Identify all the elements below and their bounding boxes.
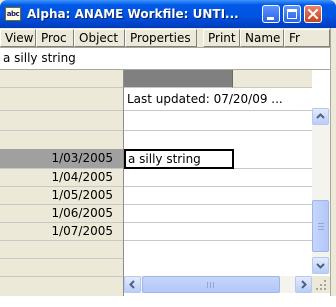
toolbar: View Proc Object Properties Print Name F… <box>0 28 336 48</box>
row-header-blank <box>0 111 123 131</box>
row-header[interactable]: 1/05/2005 <box>0 187 123 205</box>
minimize-icon <box>267 17 274 20</box>
scroll-up-button[interactable] <box>312 108 329 125</box>
grip-line <box>318 226 324 227</box>
row-header-note <box>0 88 123 111</box>
horizontal-scrollbar[interactable] <box>124 276 312 293</box>
table-cell[interactable] <box>124 187 312 205</box>
maximize-button[interactable] <box>283 5 301 23</box>
size-grip-icon <box>316 280 326 290</box>
table-cell[interactable] <box>124 169 312 187</box>
corner-cell[interactable] <box>0 70 123 88</box>
object-button[interactable]: Object <box>74 29 125 47</box>
maximize-icon <box>287 9 297 19</box>
spreadsheet-grid: Last updated: 07/20/09 ... 1/03/2005 1/0… <box>0 70 336 296</box>
horizontal-scroll-thumb[interactable] <box>142 276 280 293</box>
last-updated-note: Last updated: 07/20/09 ... <box>124 88 312 111</box>
window-bottom-margin <box>0 296 336 307</box>
alpha-window: abc Alpha: ANAME Workfile: UNTI... View … <box>0 0 336 307</box>
grip-line <box>213 282 214 288</box>
size-grip[interactable] <box>312 276 330 293</box>
scroll-up-icon <box>316 113 325 119</box>
vertical-scrollbar[interactable] <box>312 108 330 274</box>
scroll-right-icon <box>301 280 307 289</box>
scroll-left-icon <box>129 280 135 289</box>
abc-icon[interactable]: abc <box>5 7 21 21</box>
vertical-scroll-thumb[interactable] <box>312 200 329 252</box>
title-bar[interactable]: abc Alpha: ANAME Workfile: UNTI... <box>0 0 336 28</box>
scroll-left-button[interactable] <box>124 276 141 293</box>
scroll-down-icon <box>316 263 325 269</box>
row-header[interactable]: 1/06/2005 <box>0 205 123 223</box>
column-header[interactable] <box>124 70 233 88</box>
row-header[interactable]: 1/03/2005 <box>0 149 123 169</box>
grip-line <box>318 229 324 230</box>
row-header-empty <box>0 241 123 259</box>
view-button[interactable]: View <box>0 29 36 47</box>
proc-button[interactable]: Proc <box>36 29 74 47</box>
scroll-down-button[interactable] <box>312 257 329 274</box>
grip-line <box>207 282 208 288</box>
freeze-button[interactable]: Fr <box>284 29 330 47</box>
row-header[interactable]: 1/07/2005 <box>0 223 123 241</box>
active-cell[interactable]: a silly string <box>124 149 234 169</box>
close-icon <box>307 8 319 20</box>
row-header[interactable]: 1/04/2005 <box>0 169 123 187</box>
blank-cell[interactable] <box>124 111 312 131</box>
properties-button[interactable]: Properties <box>125 29 197 47</box>
column-header-next[interactable] <box>233 70 312 88</box>
grip-line <box>318 223 324 224</box>
row-header-empty <box>0 259 123 277</box>
scroll-right-button[interactable] <box>295 276 312 293</box>
minimize-button[interactable] <box>262 5 280 23</box>
close-button[interactable] <box>304 5 322 23</box>
window-title: Alpha: ANAME Workfile: UNTI... <box>27 7 239 21</box>
table-cell[interactable] <box>124 205 312 223</box>
window-border-right <box>330 28 336 307</box>
grip-line <box>210 282 211 288</box>
cell-edit-field[interactable]: a silly string <box>0 48 336 70</box>
print-button[interactable]: Print <box>203 29 240 47</box>
table-cell[interactable] <box>124 223 312 241</box>
name-button[interactable]: Name <box>240 29 284 47</box>
